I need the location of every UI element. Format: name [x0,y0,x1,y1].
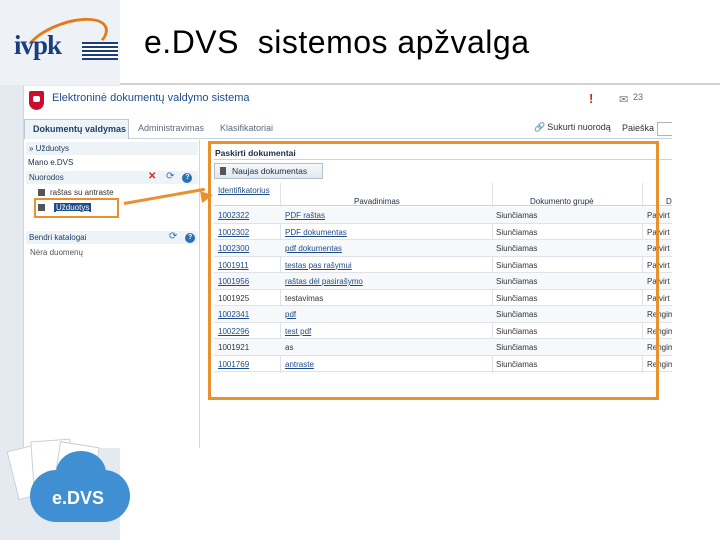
shortcut-item-label: raštas su antraste [50,188,114,197]
help-icon[interactable]: ? [182,173,193,183]
search-input[interactable] [657,122,672,136]
search-label: Paieška [622,123,655,133]
catalogs-help-icon[interactable]: ? [185,233,196,243]
shortcuts-toolbar: ✕ ⟳ ? [148,171,193,183]
ivpk-logo: ivpk [10,8,118,76]
catalogs-refresh-icon[interactable]: ⟳ [169,231,177,242]
create-shortcut-label: Sukurti nuorodą [547,122,611,132]
document-icon [38,189,45,197]
edvs-logo-text: e.DVS [52,488,105,508]
alert-icon[interactable]: ! [589,91,593,106]
link-icon: 🔗 [534,122,546,132]
no-data-label: Nėra duomenų [30,248,83,257]
catalogs-toolbar: ⟳ ? [169,231,196,243]
menu-item-administravimas[interactable]: Administravimas [138,123,204,133]
logo-text: ivpk [14,30,62,60]
column-data[interactable]: D [666,197,672,206]
my-edvs-label[interactable]: Mano e.DVS [28,158,73,167]
app-screenshot: Elektroninė dokumentų valdymo sistema ! … [23,86,672,448]
refresh-icon[interactable]: ⟳ [166,171,174,182]
app-header: Elektroninė dokumentų valdymo sistema ! … [24,86,672,118]
menu-item-dokumentu-valdymas[interactable]: Dokumentų valdymas [24,119,129,139]
slide-title: e.DVS sistemos apžvalga [144,24,530,60]
tasks-header[interactable]: » Užduotys [26,142,198,155]
title-divider [120,83,720,85]
delete-icon[interactable]: ✕ [148,171,156,182]
menu-bar: Dokumentų valdymas Administravimas Klasi… [24,119,672,139]
documents-panel-highlight [208,141,659,400]
mail-icon[interactable]: ✉ [619,93,628,106]
logo-emblem-icon [82,42,118,60]
coat-of-arms-icon [29,91,44,110]
menu-item-klasifikatoriai[interactable]: Klasifikatoriai [220,123,273,133]
message-count[interactable]: 23 [633,92,643,102]
shortcut-item[interactable]: raštas su antraste [38,188,114,197]
create-shortcut-button[interactable]: 🔗 Sukurti nuorodą [534,122,611,133]
left-panel: » Užduotys Mano e.DVS Nuorodos ✕ ⟳ ? raš… [24,140,200,448]
selected-item-highlight [34,198,119,218]
app-title: Elektroninė dokumentų valdymo sistema [52,92,250,104]
